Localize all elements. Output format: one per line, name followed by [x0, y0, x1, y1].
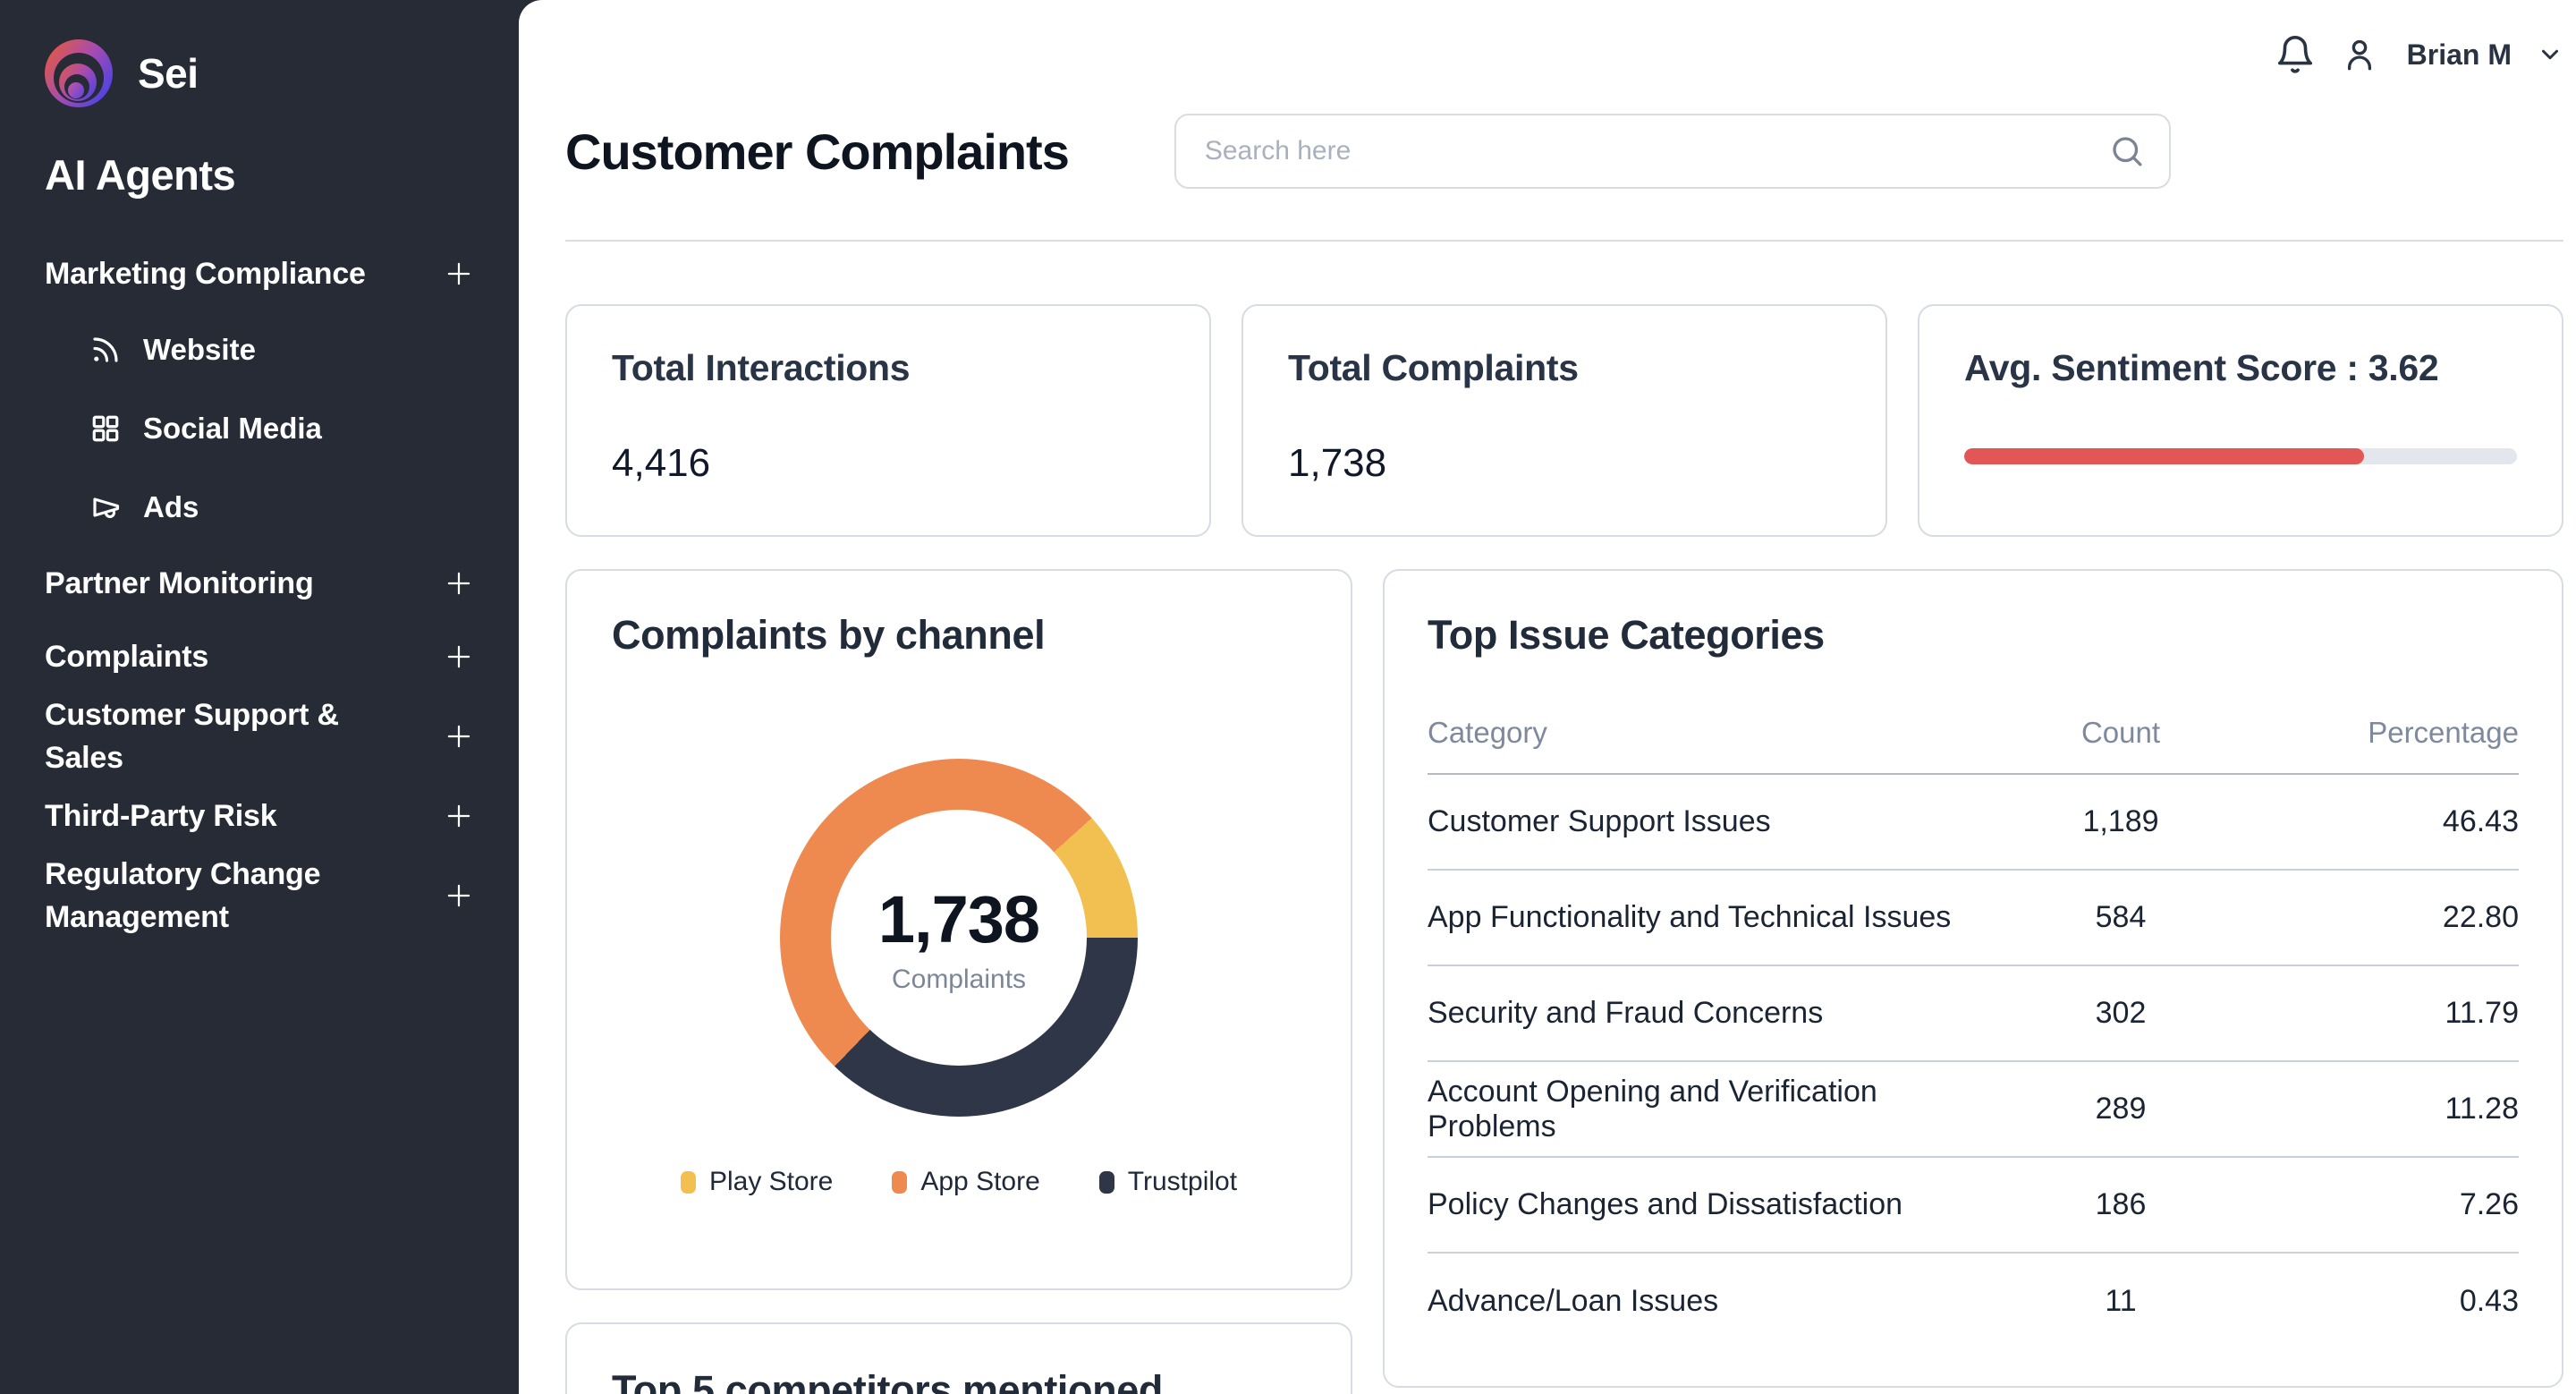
plus-icon[interactable] [442, 257, 476, 291]
stat-label: Total Complaints [1288, 347, 1841, 389]
sidebar-item-social-media[interactable]: Social Media [89, 389, 476, 468]
sidebar-section-title: AI Agents [45, 150, 476, 200]
sidebar-item-regulatory-change-management[interactable]: Regulatory Change Management [45, 853, 476, 939]
search [1174, 114, 2171, 189]
plus-icon[interactable] [442, 640, 476, 674]
page-title: Customer Complaints [565, 123, 1069, 181]
legend-item: Trustpilot [1099, 1167, 1237, 1197]
complaints-by-channel-card: Complaints by channel 1,738 Complaints P… [565, 569, 1352, 1290]
donut-center: 1,738 Complaints [831, 810, 1087, 1066]
sei-logo-icon [45, 39, 113, 107]
plus-icon[interactable] [442, 719, 476, 753]
table-row: App Functionality and Technical Issues 5… [1428, 871, 2519, 966]
table-row: Security and Fraud Concerns 302 11.79 [1428, 966, 2519, 1062]
column-header-count: Count [2000, 716, 2241, 750]
header-divider [565, 240, 2563, 242]
card-title: Complaints by channel [612, 612, 1306, 659]
column-header-category: Category [1428, 716, 2000, 750]
search-icon[interactable] [2108, 132, 2146, 170]
sidebar-item-website[interactable]: Website [89, 310, 476, 389]
donut-total: 1,738 [878, 881, 1039, 957]
table-row: Customer Support Issues 1,189 46.43 [1428, 775, 2519, 871]
user-name[interactable]: Brian M [2407, 38, 2512, 72]
card-title: Top Issue Categories [1428, 612, 2519, 659]
sentiment-bar-track [1964, 448, 2517, 464]
brand: Sei [45, 38, 476, 109]
stat-label: Avg. Sentiment Score : 3.62 [1964, 347, 2517, 389]
donut-sub-label: Complaints [892, 965, 1026, 995]
sidebar-item-partner-monitoring[interactable]: Partner Monitoring [45, 547, 476, 620]
plus-icon[interactable] [442, 566, 476, 600]
total-complaints-card: Total Complaints 1,738 [1241, 304, 1887, 537]
table-header: Category Count Percentage [1428, 716, 2519, 775]
stat-value: 1,738 [1288, 441, 1841, 486]
legend-swatch [681, 1171, 696, 1194]
main-content: Brian M Customer Complaints Total Intera… [519, 0, 2576, 1394]
stats-row: Total Interactions 4,416 Total Complaint… [565, 304, 2563, 537]
sentiment-bar-fill [1964, 448, 2364, 464]
table-row: Policy Changes and Dissatisfaction 186 7… [1428, 1158, 2519, 1254]
sidebar-item-complaints[interactable]: Complaints [45, 620, 476, 693]
search-input[interactable] [1174, 114, 2171, 189]
rss-icon [89, 334, 122, 366]
card-title: Top 5 competitors mentioned [612, 1367, 1306, 1394]
stat-label: Total Interactions [612, 347, 1165, 389]
legend-item: Play Store [681, 1167, 833, 1197]
legend-swatch [1099, 1171, 1114, 1194]
mid-row: Complaints by channel 1,738 Complaints P… [565, 569, 2563, 1394]
left-column: Complaints by channel 1,738 Complaints P… [565, 569, 1352, 1394]
megaphone-icon [89, 491, 122, 523]
sidebar-item-customer-support-sales[interactable]: Customer Support & Sales [45, 693, 476, 779]
brand-name: Sei [138, 49, 199, 98]
table-row: Advance/Loan Issues 11 0.43 [1428, 1254, 2519, 1349]
donut-legend: Play Store App Store Trustpilot [612, 1167, 1306, 1197]
sidebar-item-marketing-compliance[interactable]: Marketing Compliance [45, 237, 476, 310]
total-interactions-card: Total Interactions 4,416 [565, 304, 1211, 537]
plus-icon[interactable] [442, 799, 476, 833]
bell-icon[interactable] [2275, 34, 2316, 75]
sentiment-score-card: Avg. Sentiment Score : 3.62 [1918, 304, 2563, 537]
column-header-percentage: Percentage [2241, 716, 2519, 750]
table-row: Account Opening and Verification Problem… [1428, 1062, 2519, 1158]
sidebar-item-third-party-risk[interactable]: Third-Party Risk [45, 779, 476, 853]
top-competitors-card: Top 5 competitors mentioned [565, 1322, 1352, 1394]
stat-value: 4,416 [612, 441, 1165, 486]
legend-item: App Store [892, 1167, 1039, 1197]
marketing-compliance-subnav: Website Social Media Ads [45, 310, 476, 547]
chevron-down-icon[interactable] [2537, 41, 2563, 68]
sidebar: Sei AI Agents Marketing Compliance Websi… [0, 0, 519, 1394]
grid-icon [89, 412, 122, 445]
topbar: Brian M [565, 0, 2563, 77]
sidebar-nav: Marketing Compliance Website Social Medi… [45, 237, 476, 939]
user-icon[interactable] [2341, 36, 2378, 73]
sidebar-item-ads[interactable]: Ads [89, 468, 476, 547]
donut-chart: 1,738 Complaints [780, 759, 1138, 1117]
top-issue-categories-card: Top Issue Categories Category Count Perc… [1383, 569, 2563, 1388]
plus-icon[interactable] [442, 879, 476, 913]
legend-swatch [892, 1171, 907, 1194]
title-row: Customer Complaints [565, 113, 2563, 190]
